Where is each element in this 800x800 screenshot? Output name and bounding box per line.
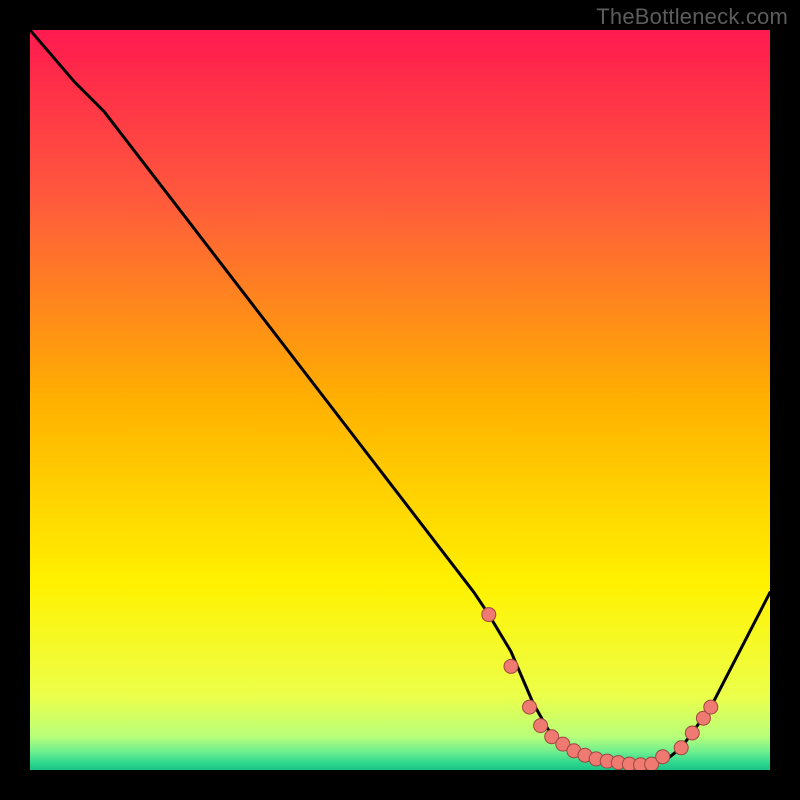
curve-marker: [704, 700, 718, 714]
plot-area: [30, 30, 770, 770]
watermark-text: TheBottleneck.com: [596, 4, 788, 30]
curve-marker: [482, 608, 496, 622]
curve-marker: [504, 659, 518, 673]
curve-marker: [685, 726, 699, 740]
curve-markers: [482, 608, 718, 770]
curve-marker: [534, 719, 548, 733]
bottleneck-curve: [30, 30, 770, 765]
curve-marker: [656, 750, 670, 764]
curve-layer: [30, 30, 770, 770]
curve-marker: [674, 741, 688, 755]
curve-marker: [523, 700, 537, 714]
chart-container: TheBottleneck.com: [0, 0, 800, 800]
